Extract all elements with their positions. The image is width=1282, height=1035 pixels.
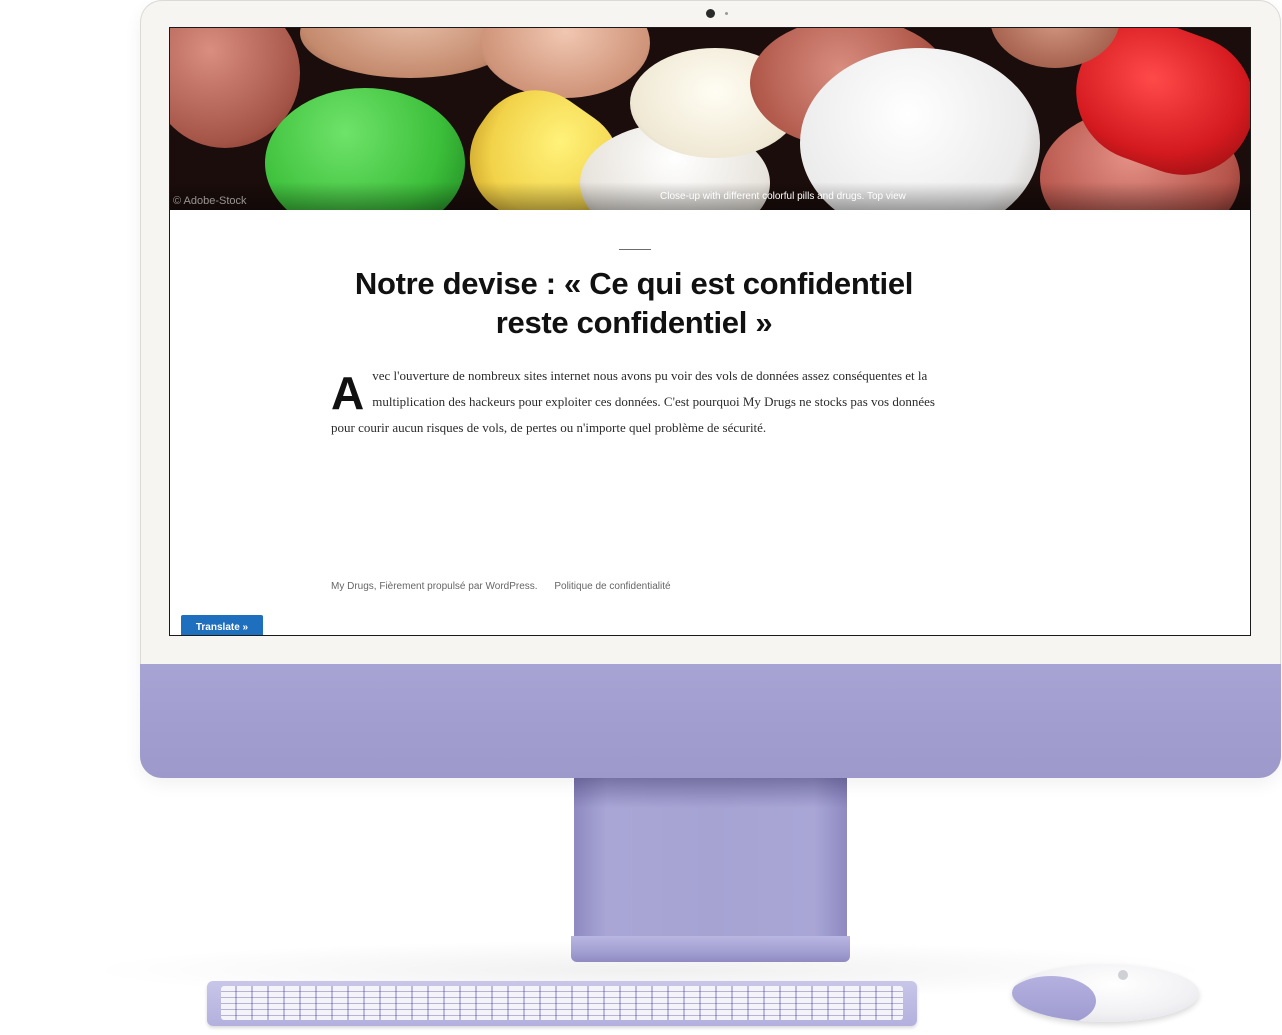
site-footer: My Drugs, Fièrement propulsé par WordPre… bbox=[331, 581, 685, 592]
mouse-base bbox=[1012, 976, 1096, 1022]
translate-button[interactable]: Translate » bbox=[181, 615, 263, 635]
article-paragraph: vec l'ouverture de nombreux sites intern… bbox=[331, 368, 935, 435]
camera-led-icon bbox=[725, 12, 728, 15]
hero-image: © Adobe-Stock Close-up with different co… bbox=[170, 28, 1250, 210]
privacy-policy-link[interactable]: Politique de confidentialité bbox=[554, 581, 670, 592]
imac-stand-shade bbox=[574, 778, 847, 808]
drop-cap: A bbox=[331, 367, 365, 419]
hero-credit: © Adobe-Stock bbox=[173, 195, 247, 207]
apple-logo-icon bbox=[1118, 970, 1128, 980]
hero-caption: Close-up with different colorful pills a… bbox=[660, 191, 906, 202]
title-separator bbox=[619, 249, 651, 250]
imac-chin bbox=[140, 664, 1281, 778]
magic-mouse bbox=[1012, 964, 1199, 1022]
camera-icon bbox=[706, 9, 715, 18]
imac-stand-foot bbox=[571, 936, 850, 962]
keyboard-keys bbox=[221, 986, 903, 1020]
keyboard bbox=[207, 981, 917, 1026]
footer-credit-link[interactable]: My Drugs, Fièrement propulsé par WordPre… bbox=[331, 581, 538, 592]
article-body: A vec l'ouverture de nombreux sites inte… bbox=[331, 363, 936, 441]
browser-viewport: © Adobe-Stock Close-up with different co… bbox=[169, 27, 1251, 636]
page-title: Notre devise : « Ce qui est confidentiel… bbox=[354, 266, 914, 340]
